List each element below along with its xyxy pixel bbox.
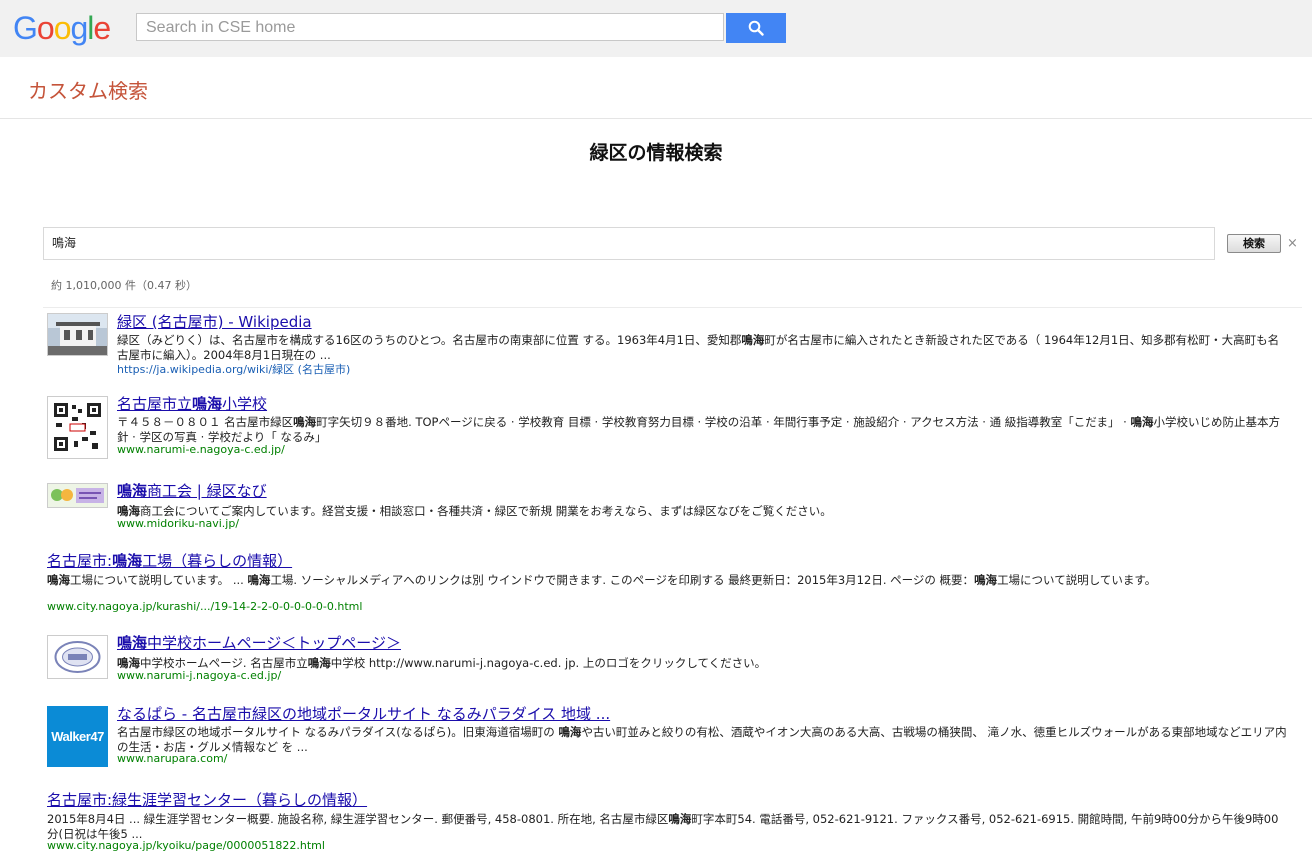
search-icon xyxy=(748,20,764,36)
cse-header: カスタム検索 xyxy=(0,57,1312,119)
query-highlight: 鳴海 xyxy=(1130,415,1154,429)
query-highlight: 鳴海 xyxy=(974,573,998,587)
query-highlight: 鳴海 xyxy=(307,656,331,670)
result-snippet: 〒４５８－０８０１ 名古屋市緑区鳴海町字矢切９８番地. TOPページに戻る · … xyxy=(117,415,1280,444)
clear-icon[interactable]: × xyxy=(1287,236,1298,251)
result-title[interactable]: 鳴海商工会 | 緑区なび xyxy=(117,480,267,501)
result-url[interactable]: www.narupara.com/ xyxy=(117,752,227,765)
query-highlight: 鳴海 xyxy=(247,573,271,587)
query-highlight: 鳴海 xyxy=(293,415,317,429)
divider xyxy=(43,307,1302,308)
query-highlight: 鳴海 xyxy=(47,573,70,587)
result-snippet: 鳴海商工会についてご案内しています。経営支援・相談窓口・各種共済・緑区で新規 開… xyxy=(117,504,832,518)
result-title[interactable]: 名古屋市:緑生涯学習センター（暮らしの情報） xyxy=(47,789,367,810)
result-url[interactable]: www.midoriku-navi.jp/ xyxy=(117,517,239,530)
result-snippet: 鳴海工場について説明しています。 ... 鳴海工場. ソーシャルメディアへのリン… xyxy=(47,573,1157,587)
top-bar: Google Search in CSE home xyxy=(0,0,1312,57)
google-logo[interactable]: Google xyxy=(13,10,111,46)
custom-search-title[interactable]: カスタム検索 xyxy=(28,75,148,104)
logo-letter-o2: o xyxy=(53,10,72,46)
query-highlight: 鳴海 xyxy=(192,395,223,413)
walker47-logo-text: Walker47 xyxy=(51,729,104,744)
result-thumbnail[interactable] xyxy=(47,396,108,459)
logo-letter-e: e xyxy=(93,10,111,46)
result-url[interactable]: www.narumi-e.nagoya-c.ed.jp/ xyxy=(117,443,285,456)
query-highlight: 鳴海 xyxy=(117,504,140,518)
result-snippet: 鳴海中学校ホームページ. 名古屋市立鳴海中学校 http://www.narum… xyxy=(117,656,767,670)
query-input[interactable]: 鳴海 xyxy=(43,227,1215,260)
logo-letter-o1: o xyxy=(36,10,55,46)
page-heading: 緑区の情報検索 xyxy=(589,142,723,164)
search-button[interactable]: 検索 xyxy=(1227,234,1281,253)
query-highlight: 鳴海 xyxy=(117,482,148,500)
result-snippet: 2015年8月4日 ... 緑生涯学習センター概要. 施設名称, 緑生涯学習セン… xyxy=(47,812,1279,841)
result-snippet: 緑区（みどりく）は、名古屋市を構成する16区のうちのひとつ。名古屋市の南東部に位… xyxy=(117,333,1280,362)
site-search-button[interactable] xyxy=(726,13,786,43)
result-title[interactable]: 鳴海中学校ホームページ＜トップページ＞ xyxy=(117,632,401,653)
result-thumbnail[interactable]: Walker47 xyxy=(47,706,108,767)
result-url[interactable]: www.city.nagoya.jp/kurashi/.../19-14-2-2… xyxy=(47,600,362,613)
result-url[interactable]: www.city.nagoya.jp/kyoiku/page/000005182… xyxy=(47,839,325,852)
result-thumbnail[interactable] xyxy=(47,313,108,356)
site-search-input[interactable]: Search in CSE home xyxy=(136,13,724,41)
query-highlight: 鳴海 xyxy=(117,656,140,670)
query-highlight: 鳴海 xyxy=(668,812,692,826)
logo-letter-g2: g xyxy=(70,10,88,46)
result-title[interactable]: なるぱら - 名古屋市緑区の地域ポータルサイト なるみパラダイス 地域 ... xyxy=(117,703,610,724)
result-url[interactable]: https://ja.wikipedia.org/wiki/緑区 (名古屋市) xyxy=(117,361,350,377)
result-url[interactable]: www.narumi-j.nagoya-c.ed.jp/ xyxy=(117,669,281,682)
query-highlight: 鳴海 xyxy=(741,333,765,347)
result-title[interactable]: 緑区 (名古屋市) - Wikipedia xyxy=(117,311,312,332)
result-title[interactable]: 名古屋市立鳴海小学校 xyxy=(117,393,267,414)
logo-letter-g: G xyxy=(13,10,38,46)
result-thumbnail[interactable] xyxy=(47,635,108,679)
result-snippet: 名古屋市緑区の地域ポータルサイト なるみパラダイス(なるぱら)。旧東海道宿場町の… xyxy=(117,725,1287,754)
result-title[interactable]: 名古屋市:鳴海工場（暮らしの情報） xyxy=(47,550,292,571)
result-count: 約 1,010,000 件（0.47 秒） xyxy=(51,279,197,292)
result-thumbnail[interactable] xyxy=(47,483,108,508)
query-highlight: 鳴海 xyxy=(558,725,582,739)
query-highlight: 鳴海 xyxy=(117,634,148,652)
query-highlight: 鳴海 xyxy=(112,552,143,570)
